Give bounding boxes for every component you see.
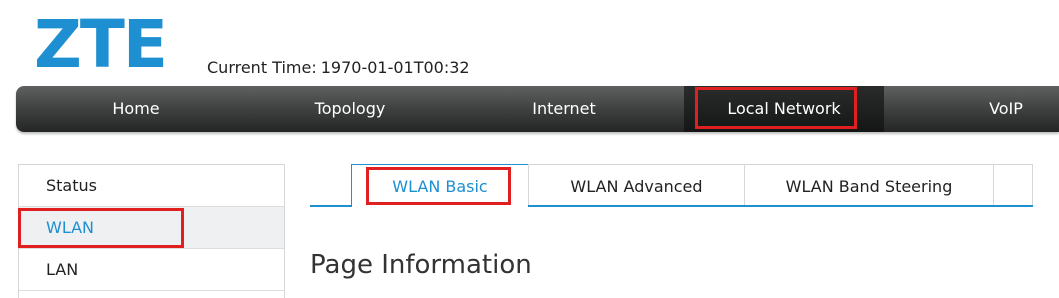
tab-wlan-basic[interactable]: WLAN Basic [351,164,529,207]
nav-item-local-network[interactable]: Local Network [684,86,884,132]
sidebar: Status WLAN LAN [18,164,285,298]
page-title: Page Information [310,250,532,280]
nav-item-voip[interactable]: VoIP [916,86,1059,132]
tab-wlan-band-steering[interactable]: WLAN Band Steering [744,164,994,205]
zte-logo: ZTE [34,6,168,83]
sidebar-item-status[interactable]: Status [19,165,284,207]
main-nav: Home Topology Internet Local Network VoI… [16,86,1059,132]
tab-more[interactable] [993,164,1033,205]
time-label: Current Time: [207,58,317,77]
sidebar-item-lan[interactable]: LAN [19,249,284,291]
sidebar-item-wlan[interactable]: WLAN [19,207,284,249]
tab-bar: WLAN Basic WLAN Advanced WLAN Band Steer… [310,164,1033,207]
time-value: 1970-01-01T00:32 [320,58,470,77]
nav-item-topology[interactable]: Topology [260,86,440,132]
current-time: Current Time: 1970-01-01T00:32 [207,58,470,77]
nav-item-internet[interactable]: Internet [474,86,654,132]
tab-wlan-advanced[interactable]: WLAN Advanced [528,164,745,205]
nav-item-home[interactable]: Home [46,86,226,132]
